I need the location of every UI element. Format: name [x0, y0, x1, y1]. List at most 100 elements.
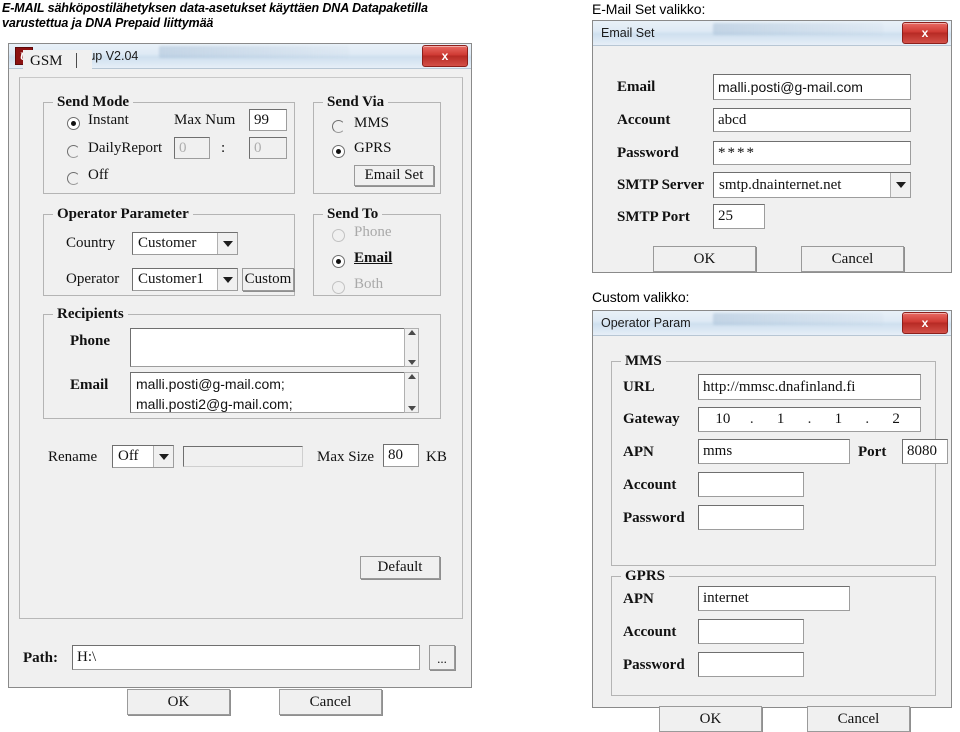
email-set-client: Email malli.posti@g-mail.com Account abc…	[593, 46, 951, 272]
gateway-octet-3: 1	[834, 411, 843, 427]
close-icon[interactable]: x	[422, 45, 468, 67]
mms-account-input[interactable]	[698, 472, 804, 497]
smtp-port-input[interactable]: 25	[713, 204, 765, 229]
daily-hour-input[interactable]: 0	[174, 137, 210, 159]
rename-label: Rename	[48, 449, 98, 465]
tab-strip: GSM	[23, 50, 93, 72]
radio-gprs[interactable]	[332, 145, 345, 158]
chevron-down-icon[interactable]	[217, 233, 237, 254]
radio-email-label: Email	[354, 250, 393, 266]
mms-password-input[interactable]	[698, 505, 804, 530]
gprs-password-input[interactable]	[698, 652, 804, 677]
page-heading: E-MAIL sähköpostilähetyksen data-asetuks…	[2, 1, 542, 31]
password-input[interactable]: ****	[713, 141, 911, 165]
path-input[interactable]: H:\	[72, 645, 420, 670]
close-icon[interactable]: x	[902, 22, 948, 44]
mms-account-label: Account	[623, 477, 677, 493]
email-scrollbar[interactable]	[404, 372, 419, 413]
scroll-up-icon[interactable]	[407, 330, 416, 335]
max-num-label: Max Num	[174, 112, 236, 128]
smtp-port-label: SMTP Port	[617, 209, 690, 225]
gsm-tab-panel: Send Mode Instant Max Num 99 DailyReport…	[19, 77, 463, 619]
phone-recipients-input[interactable]	[130, 328, 419, 367]
daily-minute-input[interactable]: 0	[249, 137, 287, 159]
email-set-window: Email Set x Email malli.posti@g-mail.com…	[592, 20, 952, 273]
radio-gprs-dot	[336, 149, 341, 154]
gateway-octet-2: 1	[776, 411, 785, 427]
custom-button[interactable]: Custom	[242, 268, 294, 291]
mms-url-input[interactable]: http://mmsc.dnafinland.fi	[698, 374, 921, 400]
recipients-legend: Recipients	[53, 306, 128, 323]
daily-time-separator: :	[221, 140, 226, 156]
radio-email[interactable]	[332, 255, 345, 268]
cancel-button[interactable]: Cancel	[279, 689, 382, 715]
country-select[interactable]: Customer	[132, 232, 238, 255]
phone-label: Phone	[70, 333, 111, 349]
operator-param-titlebar[interactable]: Operator Param x	[593, 311, 951, 336]
scroll-down-icon[interactable]	[407, 360, 416, 365]
mms-gateway-input[interactable]: 10 . 1 . 1 . 2	[698, 407, 921, 432]
email-field-label: Email	[617, 79, 656, 95]
mms-port-input[interactable]: 8080	[902, 439, 948, 464]
chevron-down-icon[interactable]	[890, 173, 910, 197]
gprs-account-input[interactable]	[698, 619, 804, 644]
smtp-server-select[interactable]: smtp.dnainternet.net	[713, 172, 911, 198]
email-set-cancel-button[interactable]: Cancel	[801, 246, 904, 272]
gprs-legend: GPRS	[621, 568, 670, 585]
max-size-input[interactable]: 80	[383, 444, 419, 467]
max-num-input[interactable]: 99	[249, 109, 287, 131]
radio-both[interactable]	[332, 281, 345, 294]
send-via-legend: Send Via	[323, 94, 389, 111]
titlebar-sheen	[159, 46, 349, 58]
browse-button[interactable]: ...	[429, 645, 455, 670]
radio-off-label: Off	[88, 167, 109, 183]
path-label: Path:	[23, 650, 58, 666]
gateway-dot: .	[865, 411, 870, 427]
email-recipients-input[interactable]: malli.posti@g-mail.com; malli.posti2@g-m…	[130, 372, 419, 413]
chevron-down-icon[interactable]	[217, 269, 237, 290]
screenshot-root: E-MAIL sähköpostilähetyksen data-asetuks…	[0, 0, 960, 732]
tab-gsm[interactable]: GSM	[23, 50, 93, 72]
mms-apn-input[interactable]: mms	[698, 439, 850, 464]
email-set-titlebar[interactable]: Email Set x	[593, 21, 951, 46]
scroll-up-icon[interactable]	[407, 374, 416, 379]
chevron-down-icon[interactable]	[153, 446, 173, 467]
phone-scrollbar[interactable]	[404, 328, 419, 367]
operator-select[interactable]: Customer1	[132, 268, 238, 291]
max-size-label: Max Size	[317, 449, 375, 465]
email-input[interactable]: malli.posti@g-mail.com	[713, 74, 911, 100]
rename-select[interactable]: Off	[112, 445, 174, 468]
ok-button[interactable]: OK	[127, 689, 230, 715]
radio-mms[interactable]	[332, 120, 345, 133]
send-to-legend: Send To	[323, 206, 383, 223]
email-label: Email	[70, 377, 109, 393]
radio-phone[interactable]	[332, 229, 345, 242]
email-set-ok-button[interactable]: OK	[653, 246, 756, 272]
gprs-apn-input[interactable]: internet	[698, 586, 850, 611]
mms-apn-label: APN	[623, 444, 654, 460]
scroll-down-icon[interactable]	[407, 406, 416, 411]
recipients-group: Recipients Phone Email malli.posti@g-mai…	[43, 306, 441, 419]
mms-gateway-label: Gateway	[623, 411, 680, 427]
rename-text-input[interactable]	[183, 446, 303, 467]
mms-url-label: URL	[623, 379, 655, 395]
gprs-password-label: Password	[623, 657, 685, 673]
tab-caret-icon	[76, 53, 78, 68]
default-button[interactable]: Default	[360, 556, 440, 579]
radio-off[interactable]	[67, 172, 80, 185]
close-icon[interactable]: x	[902, 312, 948, 334]
operator-param-window: Operator Param x MMS URL http://mmsc.dna…	[592, 310, 952, 732]
page-heading-line1: E-MAIL sähköpostilähetyksen data-asetuks…	[2, 1, 428, 15]
gateway-octet-1: 10	[715, 411, 731, 427]
radio-instant[interactable]	[67, 117, 80, 130]
account-field-label: Account	[617, 112, 671, 128]
radio-instant-label: Instant	[88, 112, 129, 128]
email-set-button[interactable]: Email Set	[354, 165, 434, 186]
gateway-octet-4: 2	[892, 411, 900, 427]
radio-dailyreport[interactable]	[67, 145, 80, 158]
account-input[interactable]: abcd	[713, 108, 911, 132]
rename-value: Off	[118, 448, 139, 464]
send-via-group: Send Via MMS GPRS Email Set	[313, 94, 441, 194]
radio-mms-label: MMS	[354, 115, 390, 131]
gprs-apn-label: APN	[623, 591, 654, 607]
